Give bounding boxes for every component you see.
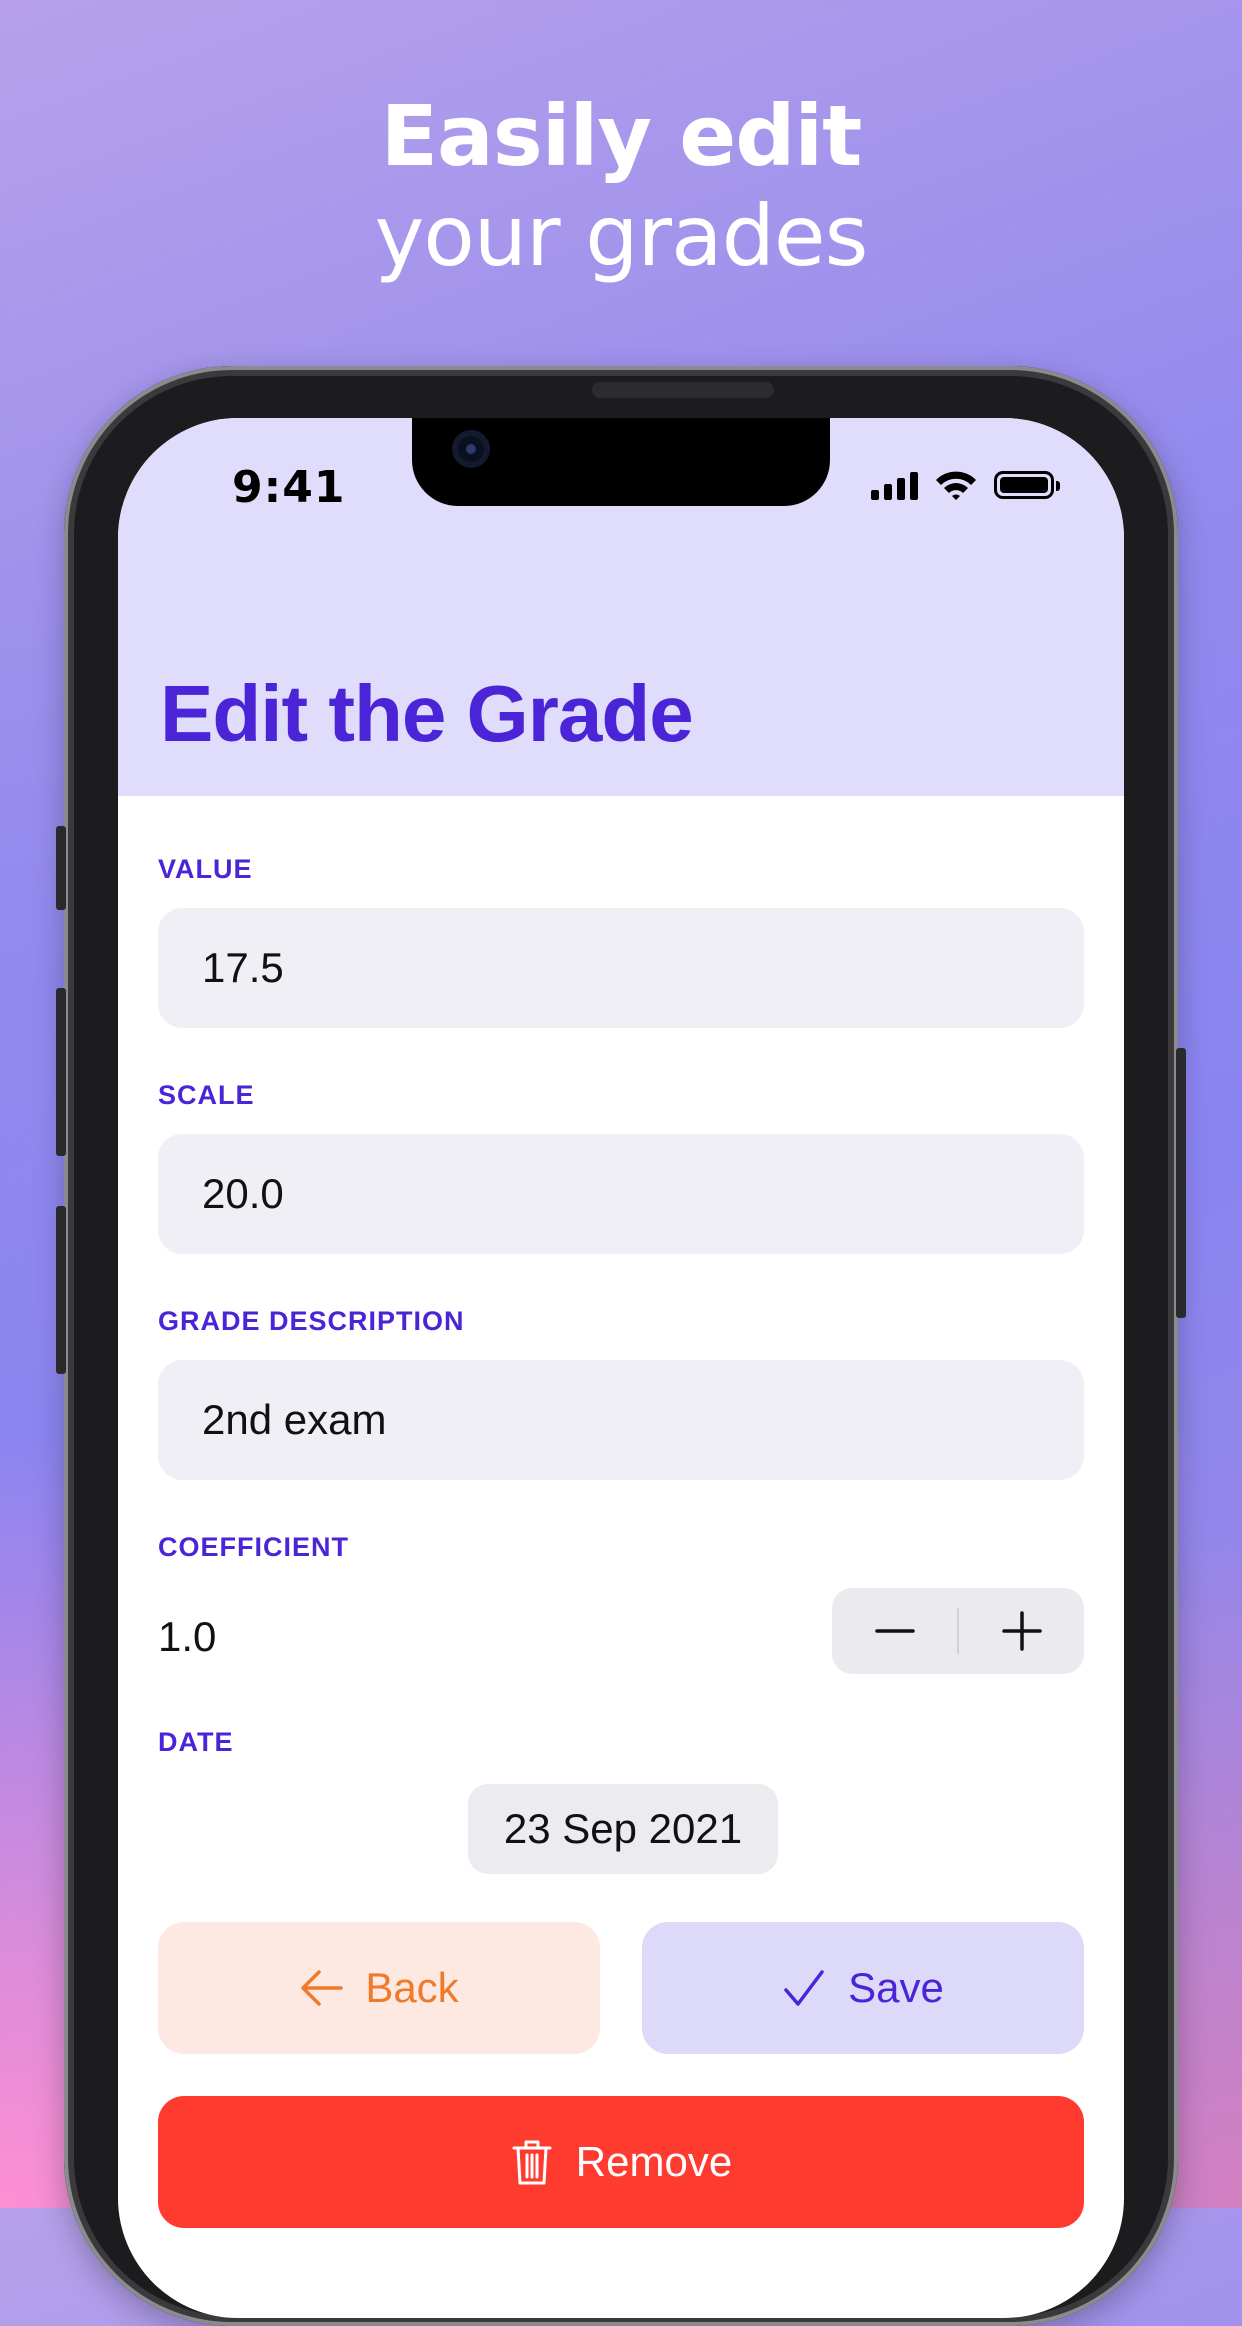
scale-input-text: 20.0 — [202, 1170, 284, 1217]
coefficient-value: 1.0 — [158, 1613, 217, 1660]
battery-icon — [994, 471, 1060, 499]
promo-headline: Easily edit your grades — [0, 86, 1242, 286]
remove-button-label: Remove — [575, 2138, 733, 2185]
wifi-icon — [936, 471, 976, 500]
description-input[interactable]: 2nd exam — [158, 1360, 1084, 1480]
value-input-text: 17.5 — [202, 944, 284, 991]
status-icons — [871, 468, 1060, 502]
date-picker[interactable]: 23 Sep 2021 — [468, 1784, 778, 1874]
remove-button[interactable]: Remove — [158, 2096, 1084, 2228]
volume-down-button — [56, 1206, 66, 1374]
arrow-left-icon — [301, 1970, 344, 2006]
headline-line1: Easily edit — [380, 87, 863, 185]
page-title: Edit the Grade — [160, 669, 694, 758]
volume-up-button — [56, 988, 66, 1156]
notch — [412, 418, 830, 506]
date-value: 23 Sep 2021 — [503, 1805, 743, 1852]
decrement-button[interactable] — [832, 1588, 957, 1674]
back-button[interactable]: Back — [158, 1922, 600, 2054]
power-button — [1176, 1048, 1186, 1318]
front-camera — [452, 430, 490, 468]
scale-input[interactable]: 20.0 — [158, 1134, 1084, 1254]
description-label: GRADE DESCRIPTION — [158, 1306, 465, 1336]
app-screen: 9:41 Edit the Grade VALUE 17.5 SCALE 20.… — [118, 418, 1124, 2318]
coefficient-stepper — [832, 1588, 1084, 1674]
save-button-label: Save — [848, 1964, 944, 2011]
description-input-text: 2nd exam — [202, 1396, 387, 1443]
back-button-label: Back — [365, 1964, 459, 2011]
trash-icon — [512, 2140, 552, 2185]
plus-icon — [1001, 1611, 1042, 1651]
earpiece-speaker — [592, 382, 774, 398]
coefficient-label: COEFFICIENT — [158, 1532, 349, 1562]
increment-button[interactable] — [959, 1588, 1084, 1674]
value-label: VALUE — [158, 854, 253, 884]
save-button[interactable]: Save — [642, 1922, 1084, 2054]
scale-label: SCALE — [158, 1080, 255, 1110]
date-label: DATE — [158, 1727, 234, 1757]
signal-icon — [871, 470, 918, 500]
minus-icon — [874, 1629, 915, 1633]
headline-line2: your grades — [374, 187, 869, 285]
phone-frame: 9:41 Edit the Grade VALUE 17.5 SCALE 20.… — [56, 366, 1186, 2326]
mute-switch — [56, 826, 66, 910]
checkmark-icon — [784, 1970, 824, 2006]
value-input[interactable]: 17.5 — [158, 908, 1084, 1028]
status-time: 9:41 — [232, 462, 346, 513]
